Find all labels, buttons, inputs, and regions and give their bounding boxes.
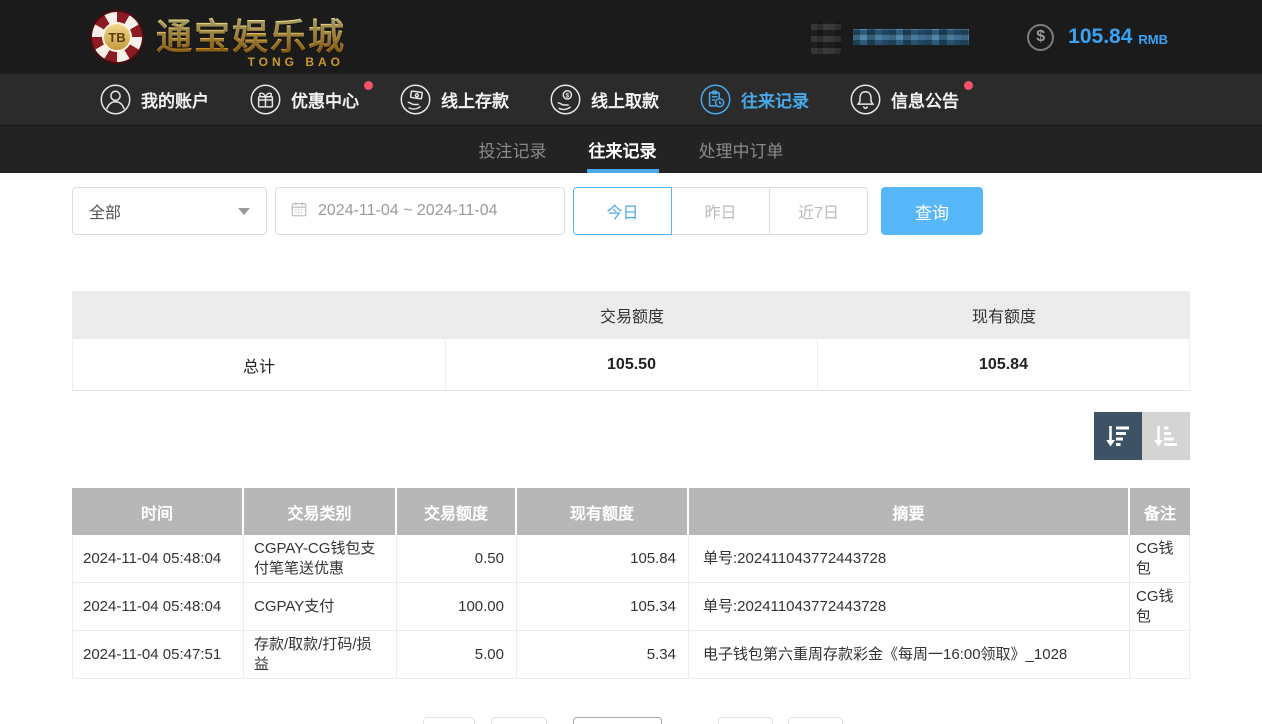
nav-item-label: 我的账户 bbox=[141, 92, 209, 111]
sort-controls bbox=[72, 412, 1190, 460]
previous-page-button[interactable]: ‹ bbox=[491, 717, 547, 724]
site-title: 通宝娱乐城 bbox=[156, 16, 347, 58]
top-header: TB 通宝娱乐城 TONG BAO $ 105.84 RMB bbox=[0, 0, 1262, 74]
cell-amount: 100.00 bbox=[397, 583, 517, 630]
transactions-table: 时间 交易类别 交易额度 现有额度 摘要 备注 2024-11-04 05:48… bbox=[72, 488, 1190, 679]
avatar-pixelated bbox=[811, 20, 842, 54]
balance-currency: RMB bbox=[1138, 31, 1168, 47]
cell-amount: 5.00 bbox=[397, 631, 517, 678]
deposit-icon bbox=[399, 83, 432, 116]
col-header-note: 备注 bbox=[1143, 505, 1176, 523]
chip-monogram: TB bbox=[102, 22, 132, 52]
table-row: 2024-11-04 05:48:04 CGPAY-CG钱包支付笔笔送优惠 0.… bbox=[73, 535, 1189, 583]
poker-chip-icon: TB bbox=[90, 10, 144, 64]
first-page-button[interactable]: « bbox=[423, 717, 475, 724]
summary-total-label: 总计 bbox=[72, 339, 446, 390]
tab-betting-records[interactable]: 投注记录 bbox=[477, 126, 549, 173]
calendar-icon bbox=[290, 200, 308, 223]
summary-table: 交易额度 现有额度 总计 105.50 105.84 bbox=[72, 291, 1190, 391]
cell-summary: 电子钱包第六重周存款彩金《每周一16:00领取》_1028 bbox=[689, 631, 1130, 678]
summary-total-balance: 105.84 bbox=[818, 339, 1190, 390]
sort-ascending-icon bbox=[1154, 426, 1177, 447]
col-header-summary: 摘要 bbox=[689, 488, 1130, 535]
username-redacted bbox=[853, 29, 970, 45]
sort-descending-icon bbox=[1106, 426, 1129, 447]
nav-item-deposit[interactable]: 线上存款 bbox=[399, 83, 509, 116]
cell-time: 2024-11-04 05:47:51 bbox=[73, 631, 244, 678]
notification-dot bbox=[964, 81, 973, 90]
site-logo[interactable]: TB 通宝娱乐城 TONG BAO bbox=[90, 10, 347, 69]
yesterday-button[interactable]: 昨日 bbox=[671, 187, 770, 235]
table-row: 2024-11-04 05:47:51 存款/取款/打码/损益 5.00 5.3… bbox=[73, 631, 1189, 678]
balance-amount: 105.84 bbox=[1068, 25, 1133, 48]
cell-note: CG钱包 bbox=[1136, 540, 1174, 577]
search-button[interactable]: 查询 bbox=[881, 187, 983, 235]
table-row: 2024-11-04 05:48:04 CGPAY支付 100.00 105.3… bbox=[73, 583, 1189, 631]
summary-header-transaction: 交易额度 bbox=[599, 309, 664, 326]
nav-item-promotions[interactable]: 优惠中心 bbox=[249, 81, 373, 116]
date-range-value: 2024-11-04 ~ 2024-11-04 bbox=[318, 202, 498, 219]
gift-icon bbox=[249, 83, 282, 116]
date-range-input[interactable]: 2024-11-04 ~ 2024-11-04 bbox=[275, 187, 565, 235]
tab-transaction-records[interactable]: 往来记录 bbox=[586, 126, 659, 173]
nav-item-label: 线上存款 bbox=[441, 92, 509, 111]
cell-balance: 105.34 bbox=[517, 583, 689, 630]
nav-item-announcements[interactable]: 信息公告 bbox=[849, 81, 973, 116]
tab-pending-orders[interactable]: 处理中订单 bbox=[697, 126, 786, 173]
col-header-balance: 现有额度 bbox=[517, 488, 689, 535]
bell-icon bbox=[849, 83, 882, 116]
cell-note: CG钱包 bbox=[1136, 588, 1174, 625]
next-page-button[interactable]: › bbox=[718, 717, 773, 724]
cell-amount: 0.50 bbox=[397, 535, 517, 582]
today-button[interactable]: 今日 bbox=[573, 187, 672, 235]
chevron-down-icon bbox=[238, 207, 250, 215]
filter-bar: 全部 2024-11-04 ~ 2024-11-04 今日 昨日 近7日 查询 bbox=[72, 187, 1190, 235]
nav-item-my-account[interactable]: 我的账户 bbox=[99, 83, 209, 116]
pagination: « ‹ › » bbox=[423, 717, 843, 724]
page-number-input[interactable] bbox=[573, 717, 662, 724]
summary-total-transaction: 105.50 bbox=[446, 339, 818, 390]
nav-item-label: 线上取款 bbox=[591, 92, 659, 111]
type-select[interactable]: 全部 bbox=[72, 187, 267, 235]
cell-time: 2024-11-04 05:48:04 bbox=[73, 535, 244, 582]
summary-header-empty bbox=[72, 291, 446, 339]
nav-item-transactions[interactable]: 往来记录 bbox=[699, 83, 809, 116]
sort-ascending-button[interactable] bbox=[1142, 412, 1190, 460]
cell-summary: 单号:202411043772443728 bbox=[689, 583, 1130, 630]
col-header-amount: 交易额度 bbox=[397, 488, 517, 535]
table-header-row: 时间 交易类别 交易额度 现有额度 摘要 备注 bbox=[72, 488, 1190, 535]
cell-type: CGPAY-CG钱包支付笔笔送优惠 bbox=[244, 535, 397, 582]
cell-note bbox=[1130, 631, 1189, 678]
withdraw-icon: $ bbox=[549, 83, 582, 116]
cell-summary: 单号:202411043772443728 bbox=[689, 535, 1130, 582]
sort-descending-button[interactable] bbox=[1094, 412, 1142, 460]
notification-dot bbox=[364, 81, 373, 90]
cell-type: CGPAY支付 bbox=[244, 583, 397, 630]
col-header-time: 时间 bbox=[72, 488, 244, 535]
last7days-button[interactable]: 近7日 bbox=[769, 187, 868, 235]
nav-item-withdraw[interactable]: $ 线上取款 bbox=[549, 83, 659, 116]
nav-item-label: 信息公告 bbox=[891, 92, 959, 111]
records-icon bbox=[699, 83, 732, 116]
dollar-coin-icon: $ bbox=[1027, 23, 1055, 51]
main-nav: 我的账户 优惠中心 线上存款 $ 线上取款 往来记录 信息公告 bbox=[0, 74, 1262, 125]
cell-time: 2024-11-04 05:48:04 bbox=[73, 583, 244, 630]
record-tabs: 投注记录 往来记录 处理中订单 bbox=[0, 125, 1262, 173]
nav-item-label: 优惠中心 bbox=[291, 92, 359, 111]
svg-text:$: $ bbox=[566, 92, 570, 99]
site-subtitle: TONG BAO bbox=[247, 54, 345, 69]
last-page-button[interactable]: » bbox=[788, 717, 843, 724]
type-select-value: 全部 bbox=[89, 205, 122, 222]
cell-type: 存款/取款/打码/损益 bbox=[244, 631, 397, 678]
summary-header-balance: 现有额度 bbox=[971, 309, 1036, 326]
quick-date-group: 今日 昨日 近7日 bbox=[573, 187, 868, 235]
col-header-type: 交易类别 bbox=[244, 488, 397, 535]
nav-item-label: 往来记录 bbox=[741, 92, 809, 111]
cell-balance: 5.34 bbox=[517, 631, 689, 678]
user-icon bbox=[99, 83, 132, 116]
cell-balance: 105.84 bbox=[517, 535, 689, 582]
